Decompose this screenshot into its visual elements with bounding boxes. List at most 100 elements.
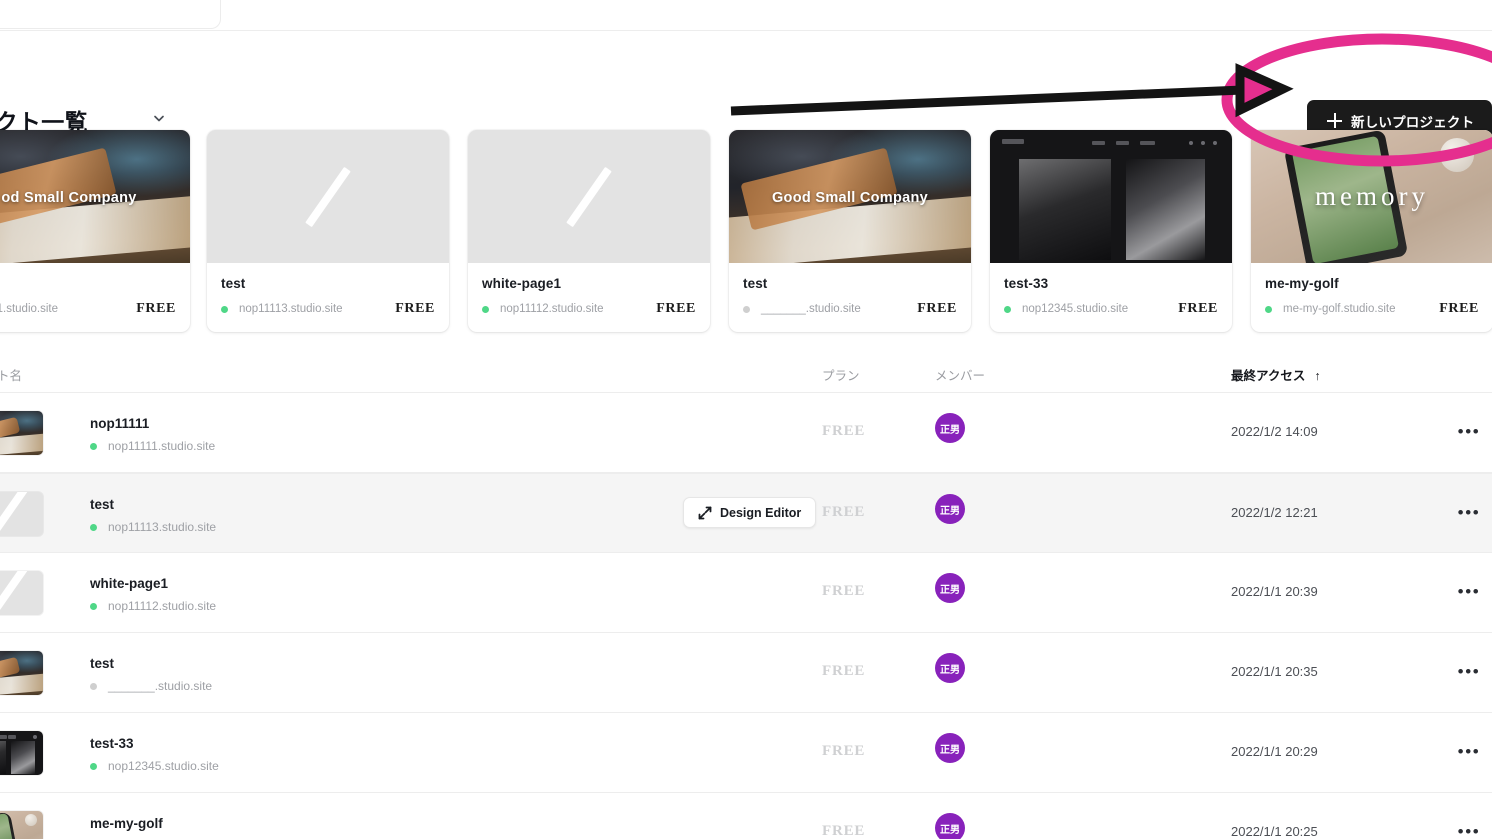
thumbnail-art-dark-photography — [990, 130, 1232, 263]
row-thumbnail — [0, 571, 43, 615]
ellipsis-icon[interactable]: ••• — [1455, 658, 1483, 686]
card-meta: 1111.studio.site FREE — [0, 301, 176, 317]
row-thumbnail — [0, 651, 43, 695]
card-plan-badge: FREE — [917, 301, 957, 316]
thumbnail-art-dark-photography — [0, 731, 43, 775]
row-last-access: 2022/1/1 20:39 — [1231, 584, 1318, 599]
row-thumbnail — [0, 811, 43, 839]
table-row[interactable]: me-my-golf me-my-golf.studio.site FREE 正… — [0, 793, 1492, 839]
sort-ascending-icon: ↑ — [1314, 369, 1321, 383]
avatar[interactable]: 正男 — [935, 413, 965, 443]
card-body: test-33 nop12345.studio.site FREE — [990, 263, 1232, 317]
row-last-access: 2022/1/2 12:21 — [1231, 505, 1318, 520]
design-editor-label: Design Editor — [720, 505, 802, 520]
card-project-name: test-33 — [1004, 276, 1049, 291]
card-domain: nop12345.studio.site — [1022, 303, 1129, 315]
card-project-name: 111 — [0, 276, 176, 291]
column-header-project-name[interactable]: ェクト名 — [0, 365, 22, 384]
table-row[interactable]: nop11111 nop11111.studio.site FREE 正男 20… — [0, 393, 1492, 473]
card-domain: nop11113.studio.site — [239, 303, 343, 315]
ellipsis-icon[interactable]: ••• — [1455, 818, 1483, 839]
row-domain: nop11113.studio.site — [108, 520, 217, 534]
card-plan-badge: FREE — [1178, 301, 1218, 316]
row-domain: nop11111.studio.site — [108, 439, 216, 453]
row-domain: _______.studio.site — [108, 679, 213, 693]
status-dot-online — [90, 762, 97, 770]
ellipsis-icon[interactable]: ••• — [1455, 738, 1483, 766]
row-last-access: 2022/1/1 20:25 — [1231, 824, 1318, 839]
ellipsis-icon[interactable]: ••• — [1455, 418, 1483, 446]
avatar[interactable]: 正男 — [935, 494, 965, 524]
thumbnail-placeholder-slash — [0, 492, 43, 536]
card-thumbnail — [207, 130, 449, 263]
card-thumbnail: Good Small Company — [729, 130, 971, 263]
card-domain: nop11112.studio.site — [500, 303, 604, 315]
thumbnail-label: Good Small Company — [771, 189, 929, 206]
card-meta: nop11112.studio.site FREE — [482, 301, 696, 317]
card-meta: nop12345.studio.site FREE — [1004, 301, 1218, 317]
chevron-down-icon[interactable] — [152, 111, 166, 125]
row-last-access: 2022/1/1 20:35 — [1231, 664, 1318, 679]
card-body: test nop11113.studio.site FREE — [207, 263, 449, 317]
status-dot-online — [90, 602, 97, 610]
row-meta: _______.studio.site — [90, 679, 212, 693]
project-card[interactable]: test-33 nop12345.studio.site FREE — [990, 130, 1232, 332]
row-meta: nop11111.studio.site — [90, 439, 215, 453]
table-row[interactable]: test _______.studio.site FREE 正男 2022/1/… — [0, 633, 1492, 713]
row-thumbnail — [0, 411, 43, 455]
thumbnail-placeholder-slash — [468, 130, 710, 263]
card-meta: _______.studio.site FREE — [743, 301, 957, 317]
card-domain: _______.studio.site — [761, 303, 861, 315]
new-project-label: 新しいプロジェクト — [1351, 114, 1475, 130]
row-plan-badge: FREE — [822, 583, 866, 599]
row-meta: nop11112.studio.site — [90, 599, 216, 613]
thumbnail-label: od Small Company — [1, 189, 137, 206]
status-dot-online — [1004, 305, 1011, 313]
ellipsis-icon[interactable]: ••• — [1455, 578, 1483, 606]
avatar[interactable]: 正男 — [935, 573, 965, 603]
row-project-name: white-page1 — [90, 576, 169, 591]
card-meta: me-my-golf.studio.site FREE — [1265, 301, 1479, 317]
column-header-member[interactable]: メンバー — [935, 365, 985, 384]
row-thumbnail — [0, 492, 43, 536]
column-header-plan[interactable]: プラン — [822, 365, 860, 384]
avatar[interactable]: 正男 — [935, 653, 965, 683]
status-dot-online — [482, 305, 489, 313]
thumbnail-label: memory — [1315, 180, 1429, 211]
row-last-access: 2022/1/2 14:09 — [1231, 424, 1318, 439]
project-card[interactable]: white-page1 nop11112.studio.site FREE — [468, 130, 710, 332]
card-body: 111 1111.studio.site FREE — [0, 263, 190, 317]
top-strip — [0, 0, 1492, 31]
thumbnail-placeholder-slash — [207, 130, 449, 263]
card-project-name: test — [221, 276, 246, 291]
card-body: white-page1 nop11112.studio.site FREE — [468, 263, 710, 317]
row-plan-badge: FREE — [822, 423, 866, 439]
thumbnail-art-good-small-company — [0, 411, 43, 455]
thumbnail-art-memory-phone — [0, 811, 43, 839]
row-project-name: nop11111 — [90, 416, 150, 431]
status-dot-online — [221, 305, 228, 313]
row-project-name: test — [90, 656, 115, 671]
avatar[interactable]: 正男 — [935, 813, 965, 839]
card-meta: nop11113.studio.site FREE — [221, 301, 435, 317]
table-header-row: ェクト名 プラン メンバー 最終アクセス ↑ — [0, 352, 1492, 393]
row-plan-badge: FREE — [822, 663, 866, 679]
avatar[interactable]: 正男 — [935, 733, 965, 763]
row-meta: nop11113.studio.site — [90, 520, 216, 534]
column-header-last-access[interactable]: 最終アクセス ↑ — [1231, 365, 1321, 384]
table-row[interactable]: white-page1 nop11112.studio.site FREE 正男… — [0, 553, 1492, 633]
ellipsis-icon[interactable]: ••• — [1455, 499, 1483, 527]
row-project-name: test — [90, 497, 115, 512]
card-body: test _______.studio.site FREE — [729, 263, 971, 317]
design-editor-button[interactable]: Design Editor — [683, 497, 817, 528]
row-plan-badge: FREE — [822, 823, 866, 839]
card-plan-badge: FREE — [395, 301, 435, 316]
project-card[interactable]: memory me-my-golf me-my-golf.studio.site… — [1251, 130, 1492, 332]
card-project-name: test — [743, 276, 768, 291]
project-card[interactable]: Good Small Company test _______.studio.s… — [729, 130, 971, 332]
card-project-name: me-my-golf — [1265, 276, 1339, 291]
project-card[interactable]: test nop11113.studio.site FREE — [207, 130, 449, 332]
expand-diagonal-icon — [698, 506, 712, 519]
table-row[interactable]: test-33 nop12345.studio.site FREE 正男 202… — [0, 713, 1492, 793]
project-card[interactable]: od Small Company 111 1111.studio.site FR… — [0, 130, 190, 332]
